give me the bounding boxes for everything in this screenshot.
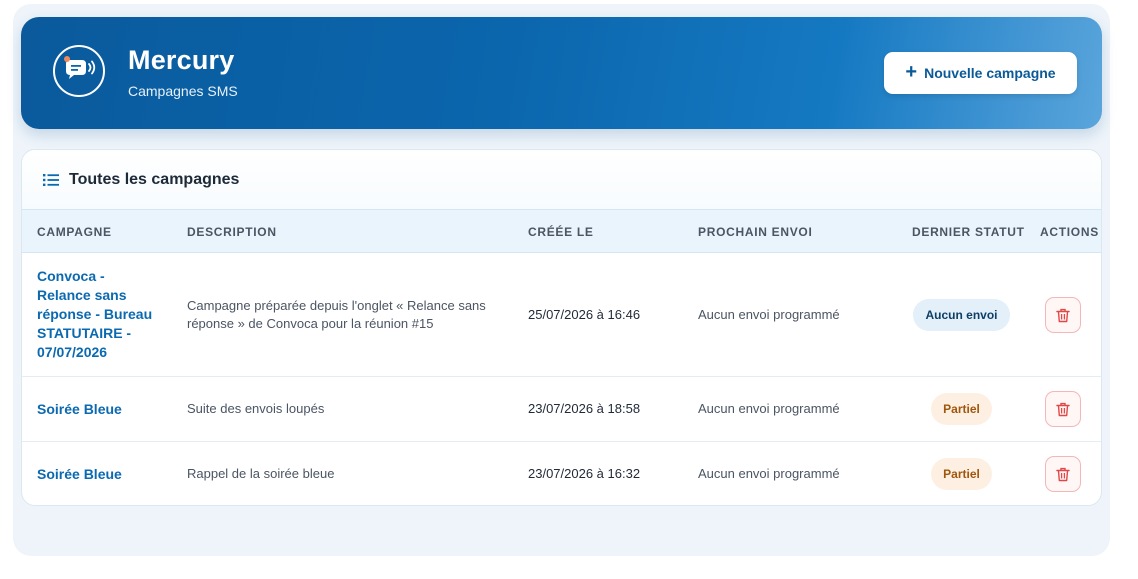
- next-send: Aucun envoi programmé: [698, 401, 840, 416]
- app-subtitle: Campagnes SMS: [128, 83, 238, 99]
- new-campaign-label: Nouvelle campagne: [924, 65, 1056, 81]
- column-header-campaign: CAMPAGNE: [37, 225, 112, 239]
- card-title: Toutes les campagnes: [69, 171, 240, 188]
- campaigns-card: Toutes les campagnes CAMPAGNE DESCRIPTIO…: [21, 149, 1102, 506]
- delete-campaign-button[interactable]: [1045, 297, 1081, 333]
- description-line: Campagne préparée depuis l'onglet « Rela…: [187, 298, 486, 313]
- list-icon: [43, 174, 59, 186]
- new-campaign-button[interactable]: + Nouvelle campagne: [884, 52, 1077, 94]
- status-badge: Partiel: [931, 393, 992, 425]
- column-header-next-send: PROCHAIN ENVOI: [698, 225, 813, 239]
- created-date: 25/07/2026 à 16:46: [528, 307, 641, 322]
- notification-dot: [64, 56, 70, 62]
- campaign-description: Suite des envois loupés: [187, 401, 325, 416]
- status-badge: Partiel: [931, 458, 992, 490]
- status-badge: Aucun envoi: [913, 299, 1010, 331]
- trash-icon: [1056, 402, 1070, 416]
- table-row: Soirée Bleue Suite des envois loupés 23/…: [22, 377, 1101, 442]
- table-row: Soirée Bleue Rappel de la soirée bleue 2…: [22, 442, 1101, 505]
- delete-campaign-button[interactable]: [1045, 456, 1081, 492]
- column-header-last-status: DERNIER STATUT: [912, 225, 1025, 239]
- next-send: Aucun envoi programmé: [698, 466, 840, 481]
- campaign-name-line: réponse - Bureau: [37, 306, 153, 322]
- sms-chat-icon: [53, 45, 105, 97]
- app-header: Mercury Campagnes SMS + Nouvelle campagn…: [21, 17, 1102, 129]
- campaign-name-line: 07/07/2026: [37, 344, 108, 360]
- campaign-name-line: Relance sans: [37, 287, 127, 303]
- description-line: réponse » de Convoca pour la réunion #15: [187, 316, 434, 331]
- column-header-created: CRÉÉE LE: [528, 225, 594, 239]
- campaign-name-line: Convoca -: [37, 268, 105, 284]
- table-row: Convoca - Relance sans réponse - Bureau …: [22, 253, 1101, 377]
- created-date: 23/07/2026 à 16:32: [528, 466, 641, 481]
- campaign-description: Campagne préparée depuis l'onglet « Rela…: [187, 297, 517, 333]
- delete-campaign-button[interactable]: [1045, 391, 1081, 427]
- app-title: Mercury: [128, 45, 235, 75]
- campaign-name-link[interactable]: Convoca - Relance sans réponse - Bureau …: [37, 267, 152, 362]
- column-header-actions: ACTIONS: [1040, 225, 1099, 239]
- created-date: 23/07/2026 à 18:58: [528, 401, 641, 416]
- next-send: Aucun envoi programmé: [698, 307, 840, 322]
- campaign-name-link[interactable]: Soirée Bleue: [37, 400, 122, 419]
- campaign-name-line: STATUTAIRE -: [37, 325, 132, 341]
- card-header: Toutes les campagnes: [22, 150, 1101, 209]
- campaign-description: Rappel de la soirée bleue: [187, 466, 335, 481]
- campaign-name-link[interactable]: Soirée Bleue: [37, 465, 122, 484]
- trash-icon: [1056, 308, 1070, 322]
- trash-icon: [1056, 467, 1070, 481]
- table-header: CAMPAGNE DESCRIPTION CRÉÉE LE PROCHAIN E…: [22, 209, 1101, 253]
- plus-icon: +: [905, 61, 918, 83]
- column-header-description: DESCRIPTION: [187, 225, 277, 239]
